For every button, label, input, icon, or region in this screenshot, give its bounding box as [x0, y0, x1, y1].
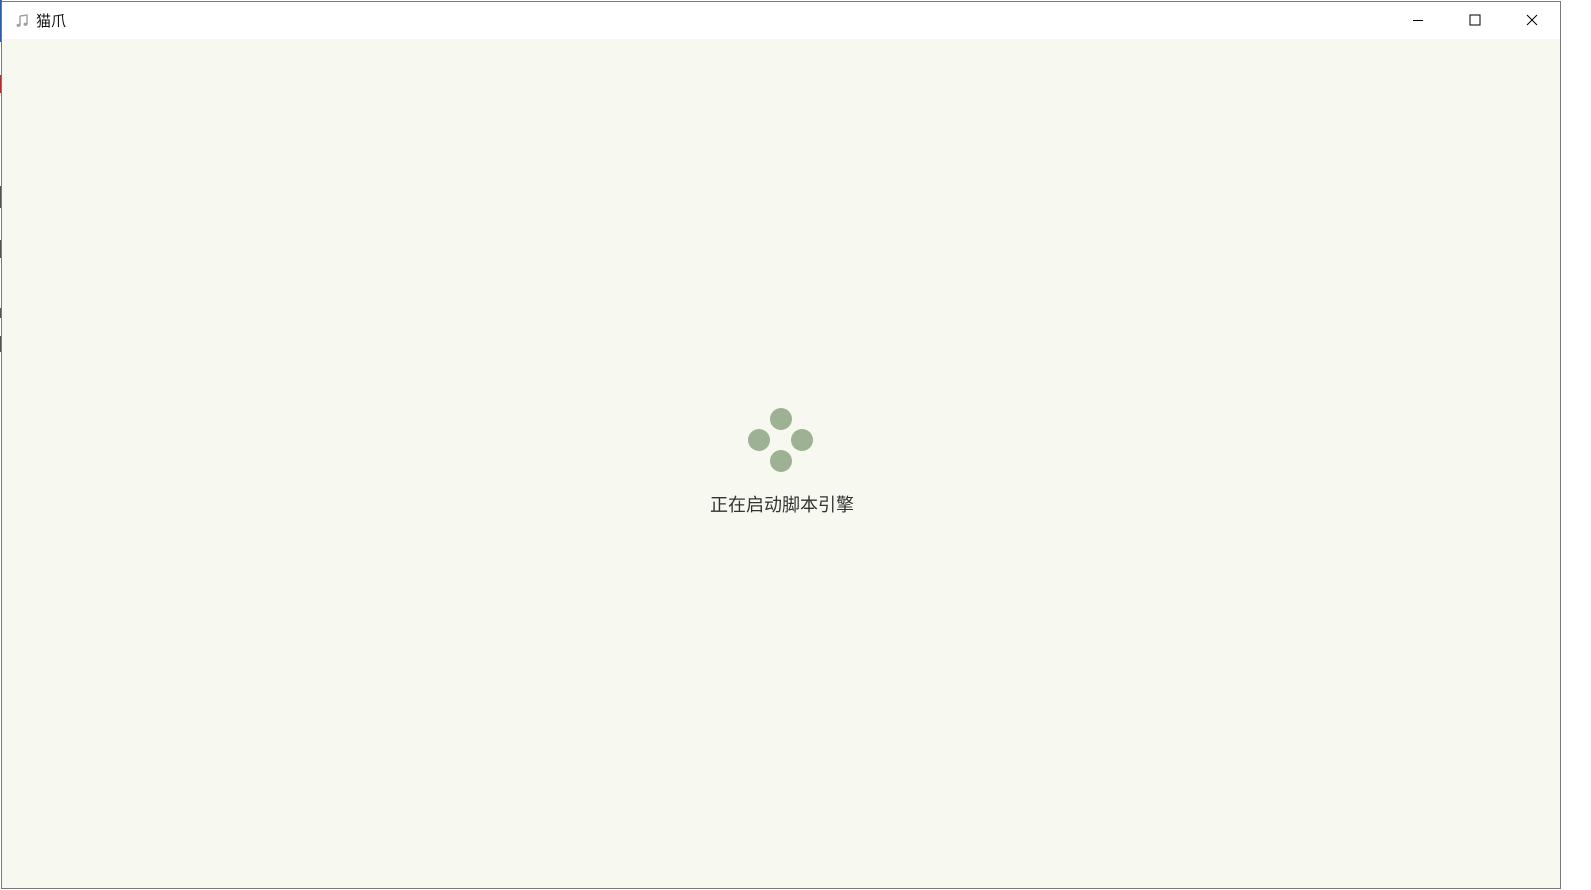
- spinner-dot: [770, 450, 792, 472]
- maximize-icon: [1469, 11, 1481, 30]
- app-window: 猫爪 正在启动脚本引擎: [1, 1, 1561, 889]
- music-note-icon: [14, 13, 30, 29]
- window-title: 猫爪: [36, 12, 67, 30]
- spinner-dot: [770, 408, 792, 430]
- close-button[interactable]: [1503, 2, 1560, 39]
- loading-status-text: 正在启动脚本引擎: [710, 495, 854, 516]
- maximize-button[interactable]: [1446, 2, 1503, 39]
- close-icon: [1526, 11, 1538, 30]
- spinner-dot: [748, 429, 770, 451]
- minimize-button[interactable]: [1389, 2, 1446, 39]
- main-content: 正在启动脚本引擎: [2, 39, 1560, 888]
- minimize-icon: [1412, 11, 1424, 30]
- title-bar[interactable]: 猫爪: [2, 2, 1560, 39]
- spinner-dot: [791, 429, 813, 451]
- loading-spinner: [748, 408, 816, 476]
- window-controls: [1389, 2, 1560, 39]
